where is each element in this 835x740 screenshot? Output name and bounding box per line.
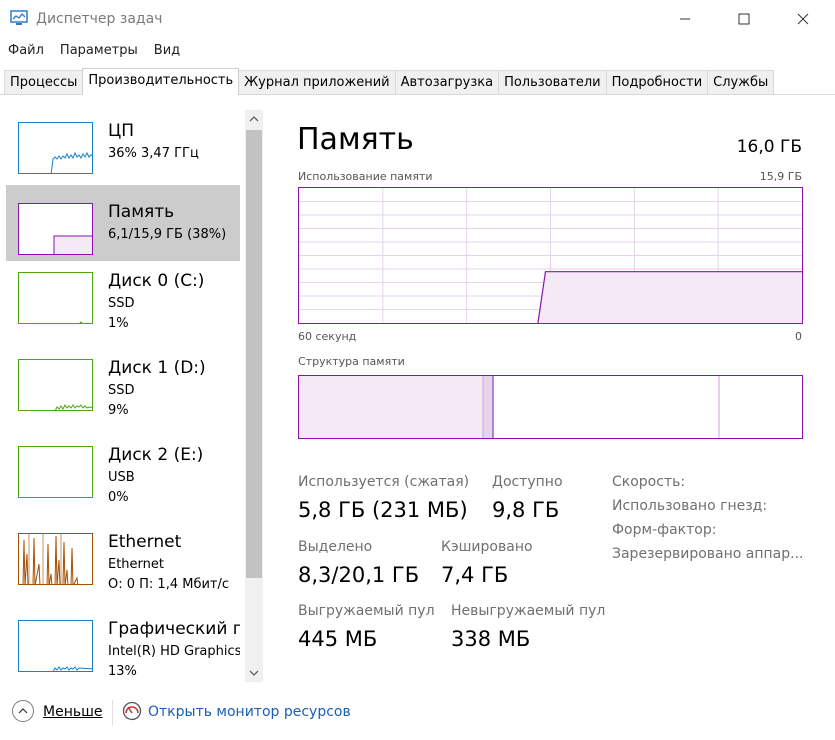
task-manager-icon (10, 10, 28, 27)
sidebar-item-disk0[interactable]: Диск 0 (C:) SSD 1% (6, 254, 240, 332)
memory-thumbnail (18, 203, 93, 255)
sidebar-item-title: Диск 2 (E:) (108, 445, 204, 465)
tab-app-history[interactable]: Журнал приложений (238, 70, 396, 95)
title-bar: Диспетчер задач (0, 0, 835, 38)
scrollbar-thumb[interactable] (246, 130, 262, 578)
usage-chart-max: 15,9 ГБ (759, 170, 802, 183)
sidebar-item-detail: 6,1/15,9 ГБ (38%) (108, 227, 227, 242)
sidebar-item-disk1[interactable]: Диск 1 (D:) SSD 9% (6, 341, 240, 419)
scroll-up-arrow-icon[interactable] (245, 110, 263, 128)
sidebar-scrollbar[interactable] (245, 110, 263, 682)
memory-structure-chart (298, 375, 803, 439)
sidebar-item-title: Ethernet (108, 532, 182, 552)
tab-performance[interactable]: Производительность (82, 68, 240, 95)
minimize-button[interactable] (662, 6, 708, 32)
available-value: 9,8 ГБ (492, 498, 560, 522)
page-title: Память (297, 122, 414, 157)
available-label: Доступно (492, 474, 563, 490)
nonpaged-pool-value: 338 МБ (451, 627, 531, 651)
slots-used-label: Использовано гнезд: (612, 498, 768, 514)
menu-file[interactable]: Файл (0, 40, 52, 62)
committed-label: Выделено (298, 539, 373, 555)
footer: Меньше Открыть монитор ресурсов (0, 690, 835, 740)
committed-value: 8,3/20,1 ГБ (298, 563, 420, 587)
cached-label: Кэшировано (441, 539, 533, 555)
tab-strip: Процессы Производительность Журнал прило… (4, 68, 775, 95)
usage-chart-x-left: 60 секунд (298, 330, 357, 343)
memory-usage-area (537, 271, 802, 323)
close-button[interactable] (780, 6, 826, 32)
sidebar-item-ethernet[interactable]: Ethernet Ethernet О: 0 П: 1,4 Мбит/с (6, 515, 240, 593)
maximize-button[interactable] (721, 6, 767, 32)
sidebar-item-usage: 0% (108, 490, 129, 505)
window-title: Диспетчер задач (36, 11, 163, 27)
scroll-down-arrow-icon[interactable] (245, 664, 263, 682)
paged-pool-value: 445 МБ (298, 627, 378, 651)
chevron-up-icon[interactable] (12, 700, 34, 722)
paged-pool-label: Выгружаемый пул (298, 603, 435, 619)
sidebar-item-usage: 1% (108, 316, 129, 331)
memory-total: 16,0 ГБ (736, 137, 802, 157)
sidebar-item-detail: 36% 3,47 ГГц (108, 146, 199, 161)
sidebar-item-disk2[interactable]: Диск 2 (E:) USB 0% (6, 428, 240, 506)
sidebar-item-usage: 13% (108, 664, 137, 679)
disk0-thumbnail (18, 272, 93, 324)
disk1-thumbnail (18, 359, 93, 411)
usage-chart-x-right: 0 (795, 330, 802, 343)
resource-list: ЦП 36% 3,47 ГГц Память 6,1/15,9 ГБ (38%)… (6, 104, 240, 684)
tab-services[interactable]: Службы (707, 70, 775, 95)
disk2-thumbnail (18, 446, 93, 498)
sidebar-item-title: Диск 0 (C:) (108, 271, 205, 291)
sidebar-item-adapter: Ethernet (108, 557, 164, 572)
hardware-reserved-label: Зарезервировано аппар... (612, 546, 804, 562)
footer-separator (112, 700, 113, 726)
cached-value: 7,4 ГБ (441, 563, 509, 587)
memory-usage-graph (299, 188, 802, 324)
nonpaged-pool-label: Невыгружаемый пул (451, 603, 606, 619)
form-factor-label: Форм-фактор: (612, 522, 717, 538)
tab-processes[interactable]: Процессы (4, 70, 84, 95)
sidebar-item-cpu[interactable]: ЦП 36% 3,47 ГГц (6, 104, 240, 182)
gpu-thumbnail (18, 620, 93, 672)
in-use-label: Используется (сжатая) (298, 474, 470, 490)
sidebar-item-title: ЦП (108, 121, 134, 141)
ethernet-thumbnail (18, 533, 93, 585)
sidebar-item-type: SSD (108, 383, 135, 398)
sidebar-item-memory[interactable]: Память 6,1/15,9 ГБ (38%) (6, 185, 240, 261)
sidebar-item-usage: 9% (108, 403, 129, 418)
in-use-value: 5,8 ГБ (231 МБ) (298, 498, 468, 522)
open-resource-monitor-link[interactable]: Открыть монитор ресурсов (148, 704, 351, 720)
menu-bar: Файл Параметры Вид (0, 40, 188, 62)
sidebar-item-adapter: Intel(R) HD Graphics (108, 644, 240, 659)
memory-usage-chart (298, 187, 803, 324)
cpu-thumbnail (18, 122, 93, 174)
sidebar-item-title: Графический п (108, 619, 240, 639)
sidebar-item-type: SSD (108, 296, 135, 311)
speed-label: Скорость: (612, 474, 686, 490)
tab-users[interactable]: Пользователи (498, 70, 607, 95)
usage-chart-label: Использование памяти (298, 170, 433, 183)
fewer-details-button[interactable]: Меньше (43, 704, 103, 720)
menu-view[interactable]: Вид (146, 40, 188, 62)
menu-options[interactable]: Параметры (52, 40, 146, 62)
structure-chart-label: Структура памяти (298, 355, 405, 368)
tab-details[interactable]: Подробности (605, 70, 709, 95)
sidebar-item-type: USB (108, 470, 135, 485)
sidebar-item-title: Память (108, 202, 175, 222)
tab-startup[interactable]: Автозагрузка (394, 70, 500, 95)
sidebar-item-throughput: О: 0 П: 1,4 Мбит/с (108, 577, 230, 592)
resource-monitor-icon[interactable] (122, 701, 142, 721)
sidebar-item-gpu[interactable]: Графический п Intel(R) HD Graphics 13% (6, 602, 240, 680)
sidebar-item-title: Диск 1 (D:) (108, 358, 206, 378)
